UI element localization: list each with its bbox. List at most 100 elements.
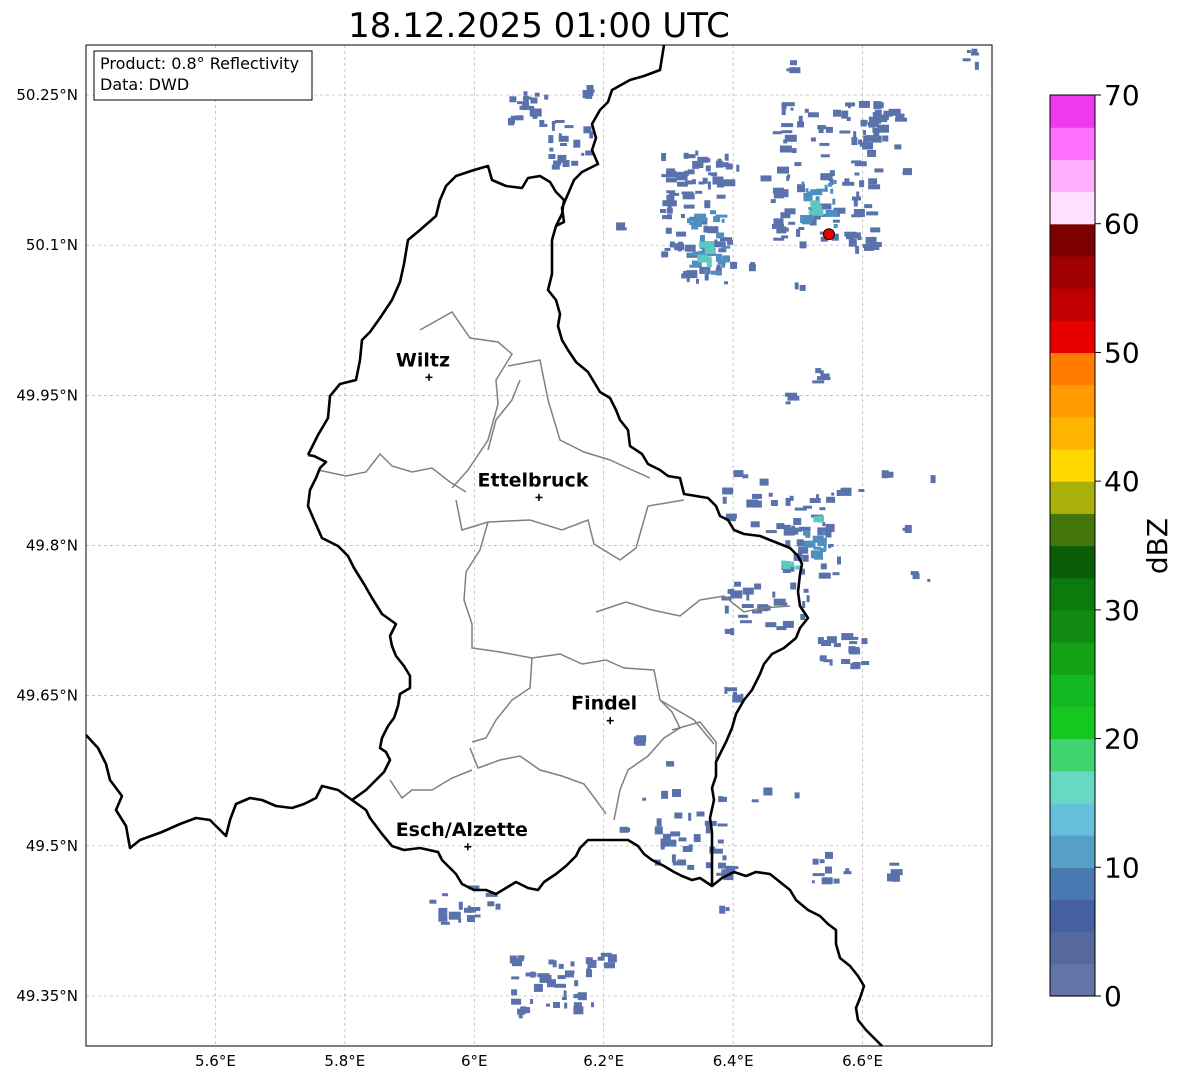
echo-pixel bbox=[894, 144, 902, 150]
echo-pixel bbox=[785, 497, 791, 506]
echo-pixel bbox=[861, 638, 868, 645]
echo-pixel bbox=[682, 846, 692, 852]
echo-pixel bbox=[854, 172, 860, 176]
echo-pixel bbox=[723, 179, 736, 187]
echo-pixel bbox=[773, 191, 784, 199]
echo-pixel bbox=[845, 102, 856, 107]
echo-pixel bbox=[794, 792, 800, 799]
echo-pixel bbox=[440, 921, 450, 925]
echo-pixel bbox=[750, 521, 760, 528]
echo-pixel bbox=[511, 976, 520, 980]
echo-pixel bbox=[707, 181, 711, 190]
echo-pixel bbox=[546, 1003, 551, 1007]
echo-pixel bbox=[832, 219, 840, 223]
echo-pixel bbox=[811, 880, 815, 884]
echo-pixel bbox=[722, 855, 727, 861]
echo-pixel bbox=[571, 160, 579, 166]
echo-pixel bbox=[841, 659, 851, 664]
echo-pixel bbox=[790, 107, 794, 111]
echo-pixel bbox=[796, 228, 801, 237]
echo-pixel bbox=[573, 1006, 584, 1015]
echo-pixel bbox=[781, 130, 793, 134]
echo-pixel bbox=[870, 243, 880, 250]
figure-title: 18.12.2025 01:00 UTC bbox=[348, 6, 730, 46]
echo-pixel bbox=[716, 194, 726, 199]
info-box-data-source: Data: DWD bbox=[100, 75, 189, 94]
colorbar-bin bbox=[1050, 384, 1095, 418]
echo-pixel bbox=[534, 92, 540, 97]
echo-pixel bbox=[691, 179, 696, 185]
colorbar-bin bbox=[1050, 706, 1095, 740]
lat-tick-label: 49.65°N bbox=[16, 687, 78, 705]
echo-pixel bbox=[564, 125, 574, 129]
echo-pixel bbox=[719, 162, 729, 168]
echo-pixel bbox=[717, 823, 728, 827]
echo-pixel bbox=[703, 269, 708, 274]
echo-pixel bbox=[850, 646, 860, 653]
colorbar-bin bbox=[1050, 320, 1095, 354]
echo-pixel bbox=[841, 110, 849, 119]
echo-pixel bbox=[704, 200, 711, 209]
echo-pixel bbox=[818, 125, 824, 134]
echo-pixel bbox=[830, 188, 834, 194]
echo-pixel bbox=[551, 122, 555, 131]
colorbar-tick-label: 70 bbox=[1104, 79, 1140, 112]
echo-pixel bbox=[902, 171, 909, 175]
echo-pixel bbox=[791, 561, 794, 566]
echo-pixel bbox=[966, 50, 971, 53]
echo-pixel bbox=[574, 980, 579, 987]
echo-pixel bbox=[881, 470, 889, 479]
echo-pixel bbox=[805, 188, 809, 193]
echo-pixel bbox=[850, 663, 861, 670]
echo-pixel bbox=[779, 145, 792, 153]
echo-pixel bbox=[604, 962, 615, 969]
lon-tick-label: 5.8°E bbox=[324, 1052, 365, 1070]
echo-pixel bbox=[712, 176, 724, 185]
echo-pixel bbox=[820, 154, 830, 158]
echo-pixel bbox=[664, 247, 671, 251]
echo-pixel bbox=[661, 174, 671, 178]
echo-pixel bbox=[863, 135, 874, 142]
echo-pixel bbox=[799, 284, 806, 291]
colorbar-bin bbox=[1050, 288, 1095, 321]
city-label: Findel bbox=[571, 693, 637, 715]
echo-pixel bbox=[680, 214, 685, 218]
echo-pixel bbox=[868, 124, 876, 128]
echo-pixel bbox=[801, 181, 805, 186]
echo-pixel bbox=[815, 368, 822, 374]
echo-pixel bbox=[781, 109, 786, 116]
echo-pixel bbox=[698, 181, 705, 185]
echo-pixel bbox=[825, 126, 833, 133]
echo-pixel bbox=[695, 190, 703, 194]
echo-pixel bbox=[511, 998, 522, 1005]
echo-pixel bbox=[564, 1002, 568, 1009]
echo-pixel bbox=[696, 811, 705, 817]
echo-pixel bbox=[851, 160, 862, 164]
echo-pixel bbox=[734, 581, 741, 587]
echo-pixel bbox=[722, 496, 727, 504]
echo-pixel bbox=[833, 878, 840, 884]
echo-pixel bbox=[717, 839, 724, 844]
echo-pixel bbox=[667, 204, 672, 208]
colorbar-bin bbox=[1050, 835, 1095, 868]
echo-pixel bbox=[760, 175, 772, 182]
echo-pixel bbox=[660, 209, 666, 213]
echo-pixel bbox=[824, 184, 828, 192]
echo-pixel bbox=[683, 152, 689, 159]
echo-pixel bbox=[798, 546, 809, 554]
echo-pixel bbox=[858, 139, 863, 145]
echo-pixel bbox=[721, 245, 731, 249]
echo-pixel bbox=[672, 861, 683, 866]
echo-pixel bbox=[803, 531, 809, 536]
echo-pixel bbox=[794, 282, 799, 290]
echo-pixel bbox=[571, 970, 575, 974]
echo-pixel bbox=[829, 659, 833, 666]
echo-pixel bbox=[796, 539, 804, 547]
echo-pixel bbox=[511, 989, 518, 996]
echo-pixel bbox=[819, 142, 830, 146]
colorbar-bin bbox=[1050, 223, 1095, 257]
echo-pixel bbox=[837, 556, 841, 565]
echo-pixel bbox=[786, 175, 790, 181]
echo-pixel bbox=[817, 539, 824, 546]
echo-pixel bbox=[683, 204, 695, 209]
